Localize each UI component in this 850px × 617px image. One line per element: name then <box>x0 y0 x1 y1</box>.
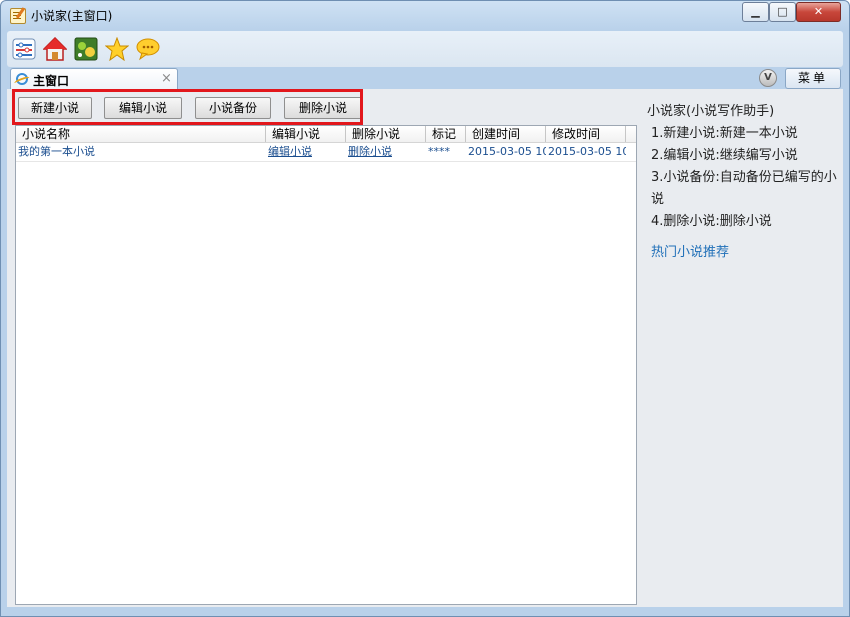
highlight-box <box>12 89 363 125</box>
column-header-modified[interactable]: 修改时间 <box>546 126 626 142</box>
window-title: 小说家(主窗口) <box>31 9 113 23</box>
toolbar <box>7 31 843 67</box>
content-area: 新建小说 编辑小说 小说备份 删除小说 小说名称 编辑小说 删除小说 标记 创建… <box>7 89 843 607</box>
game-icon[interactable] <box>74 37 98 61</box>
settings-icon[interactable] <box>12 37 36 61</box>
star-icon[interactable] <box>105 37 129 61</box>
column-header-name[interactable]: 小说名称 <box>16 126 266 142</box>
main-window: 小说家(主窗口) ▁ □ ✕ 主窗口 × V 菜单 新建小说 编辑小说 小说备份… <box>0 0 850 617</box>
tab-close-icon[interactable]: × <box>161 71 172 86</box>
title-bar: 小说家(主窗口) ▁ □ ✕ <box>1 1 849 29</box>
vip-v-icon[interactable]: V <box>759 69 777 87</box>
help-title: 小说家(小说写作助手) <box>647 104 775 119</box>
close-button[interactable]: ✕ <box>796 2 841 22</box>
modified-time-cell: 2015-03-05 10 <box>548 145 626 158</box>
chat-bubble-icon[interactable] <box>136 37 160 61</box>
column-header-delete[interactable]: 删除小说 <box>346 126 426 142</box>
hot-novels-link[interactable]: 热门小说推荐 <box>651 241 729 260</box>
minimize-button[interactable]: ▁ <box>742 2 769 22</box>
help-item-backup: 3.小说备份:自动备份已编写的小说 <box>651 170 837 207</box>
help-panel: 小说家(小说写作助手) 1.新建小说:新建一本小说 2.编辑小说:继续编写小说 … <box>647 95 837 600</box>
edit-novel-link[interactable]: 编辑小说 <box>266 143 348 161</box>
help-item-new: 1.新建小说:新建一本小说 <box>651 126 798 141</box>
tab-label: 主窗口 <box>33 74 70 88</box>
app-notepad-icon <box>10 8 26 24</box>
home-icon[interactable] <box>43 37 67 61</box>
table-row[interactable]: 我的第一本小说 编辑小说 删除小说 **** 2015-03-05 10 201… <box>16 143 636 162</box>
column-header-mark[interactable]: 标记 <box>426 126 466 142</box>
novel-table: 小说名称 编辑小说 删除小说 标记 创建时间 修改时间 我的第一本小说 编辑小说… <box>15 125 637 605</box>
tab-bar: 主窗口 × V 菜单 <box>7 67 843 90</box>
browser-e-icon <box>16 73 28 85</box>
column-header-edit[interactable]: 编辑小说 <box>266 126 346 142</box>
tab-main-window[interactable]: 主窗口 × <box>10 68 178 90</box>
delete-novel-link[interactable]: 删除小说 <box>346 143 428 161</box>
menu-button[interactable]: 菜单 <box>785 68 841 89</box>
maximize-button[interactable]: □ <box>769 2 796 22</box>
created-time-cell: 2015-03-05 10 <box>468 145 546 158</box>
help-item-edit: 2.编辑小说:继续编写小说 <box>651 148 798 163</box>
mark-cell: **** <box>428 145 450 158</box>
column-header-created[interactable]: 创建时间 <box>466 126 546 142</box>
novel-name-cell[interactable]: 我的第一本小说 <box>16 143 268 161</box>
table-header: 小说名称 编辑小说 删除小说 标记 创建时间 修改时间 <box>16 126 636 143</box>
help-item-delete: 4.删除小说:删除小说 <box>651 214 772 229</box>
